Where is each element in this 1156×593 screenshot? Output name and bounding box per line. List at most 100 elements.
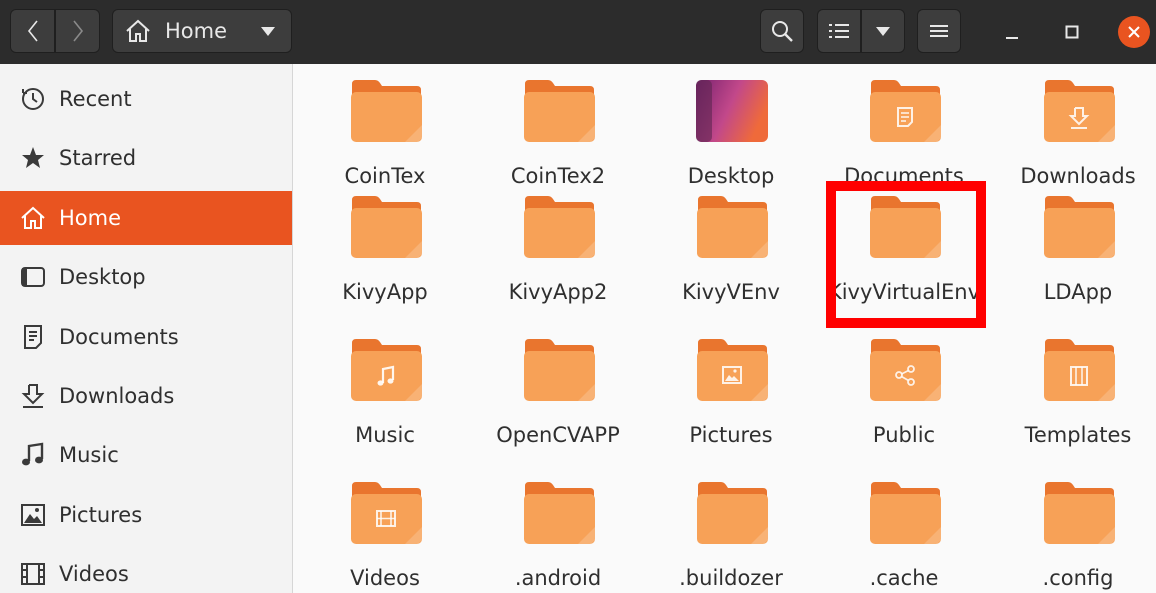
folder-label: KivyApp <box>342 280 428 304</box>
sidebar-item-label: Recent <box>59 87 132 111</box>
view-options-dropdown[interactable] <box>861 9 905 53</box>
maximize-button[interactable] <box>1057 17 1087 47</box>
sidebar-item-label: Documents <box>59 324 179 349</box>
folder-item[interactable]: Pictures <box>646 337 816 477</box>
search-button[interactable] <box>760 9 804 53</box>
download-icon <box>20 383 46 409</box>
folder-item[interactable]: .config <box>993 480 1156 593</box>
sidebar-item-starred[interactable]: Starred <box>0 131 292 185</box>
folder-item[interactable]: .android <box>473 480 643 593</box>
minimize-icon <box>1006 37 1018 39</box>
close-icon <box>1128 26 1140 38</box>
search-icon <box>772 21 793 42</box>
folder-icon <box>695 480 769 546</box>
home-icon <box>20 205 46 231</box>
sidebar-item-label: Music <box>59 443 119 468</box>
folder-item[interactable]: Music <box>300 337 470 477</box>
folder-item[interactable]: .buildozer <box>646 480 816 593</box>
folder-label: Templates <box>1024 423 1132 447</box>
folder-icon <box>522 194 596 260</box>
sidebar-item-desktop[interactable]: Desktop <box>0 250 292 304</box>
sidebar-item-label: Starred <box>59 146 137 171</box>
folder-label: OpenCVAPP <box>496 423 620 447</box>
folder-icon <box>868 337 942 403</box>
back-button[interactable] <box>10 9 55 53</box>
sidebar-item-label: Pictures <box>59 502 143 527</box>
folder-item[interactable]: LDApp <box>993 194 1156 334</box>
folder-label: KivyVEnv <box>682 280 780 304</box>
folder-item[interactable]: KivyVirtualEnv <box>819 194 989 334</box>
caret-down-icon <box>261 27 275 36</box>
folder-label: KivyVirtualEnv <box>827 280 981 304</box>
sidebar-item-documents[interactable]: Documents <box>0 310 292 364</box>
folder-icon <box>522 78 596 144</box>
caret-down-icon <box>876 26 890 36</box>
list-view-button[interactable] <box>817 9 861 53</box>
forward-button[interactable] <box>55 9 100 53</box>
location-label: Home <box>165 19 228 43</box>
sidebar-item-label: Downloads <box>59 384 175 408</box>
folder-icon <box>349 78 423 144</box>
clock-icon <box>20 86 46 112</box>
folder-icon <box>1042 480 1116 546</box>
sidebar-item-downloads[interactable]: Downloads <box>0 369 292 423</box>
folder-icon <box>1042 194 1116 260</box>
folder-icon <box>868 480 942 546</box>
folder-icon <box>868 78 942 144</box>
folder-item[interactable]: Public <box>819 337 989 477</box>
folder-item[interactable]: KivyVEnv <box>646 194 816 334</box>
header-bar: Home <box>0 0 1156 64</box>
chevron-left-icon <box>27 20 38 42</box>
folder-label: .config <box>1042 566 1114 590</box>
home-icon <box>126 19 150 42</box>
folder-label: .cache <box>869 566 939 590</box>
folder-item[interactable]: Templates <box>993 337 1156 477</box>
folder-label: KivyApp2 <box>508 280 608 304</box>
file-grid: CoinTex CoinTex2 Desktop Documents Downloads… <box>294 64 1156 593</box>
film-icon <box>20 561 46 587</box>
folder-icon <box>1042 78 1116 144</box>
star-icon <box>20 145 46 171</box>
view-options <box>817 9 905 53</box>
minimize-button[interactable] <box>997 17 1027 47</box>
hamburger-menu-icon <box>930 25 948 37</box>
sidebar-item-videos[interactable]: Videos <box>0 547 292 593</box>
list-view-icon <box>829 24 849 38</box>
folder-item[interactable]: OpenCVAPP <box>473 337 643 477</box>
folder-icon <box>1042 337 1116 403</box>
folder-label: Music <box>355 423 415 447</box>
sidebar-item-label: Videos <box>59 562 129 587</box>
folder-icon <box>695 194 769 260</box>
folder-item[interactable]: KivyApp2 <box>473 194 643 334</box>
maximize-icon <box>1065 25 1079 39</box>
folder-label: LDApp <box>1043 280 1113 304</box>
sidebar-item-home[interactable]: Home <box>0 190 292 245</box>
folder-icon <box>522 337 596 403</box>
folder-icon <box>349 194 423 260</box>
file-manager-window: Home Recent Starred Home Desktop Documen… <box>0 0 1156 593</box>
main-menu-button[interactable] <box>917 9 961 53</box>
folder-item[interactable]: .cache <box>819 480 989 593</box>
sidebar-item-pictures[interactable]: Pictures <box>0 488 292 542</box>
folder-label: Pictures <box>689 423 773 447</box>
folder-icon <box>349 480 423 546</box>
folder-icon <box>522 480 596 546</box>
folder-icon <box>695 337 769 403</box>
sidebar-item-recent[interactable]: Recent <box>0 72 292 126</box>
folder-label: Documents <box>844 164 964 188</box>
location-path-button[interactable]: Home <box>112 9 292 53</box>
folder-item[interactable]: KivyApp <box>300 194 470 334</box>
folder-label: Videos <box>350 566 420 590</box>
folder-label: Downloads <box>1020 164 1136 188</box>
sidebar-item-music[interactable]: Music <box>0 428 292 482</box>
folder-label: .buildozer <box>679 566 783 590</box>
folder-label: Desktop <box>687 164 775 188</box>
sidebar-item-label: Home <box>59 205 122 230</box>
folder-label: .android <box>514 566 602 590</box>
folder-label: CoinTex2 <box>510 164 606 188</box>
navigation-buttons <box>10 9 100 53</box>
folder-item[interactable]: Videos <box>300 480 470 593</box>
document-icon <box>20 324 46 350</box>
close-button[interactable] <box>1118 16 1150 48</box>
picture-icon <box>20 502 46 528</box>
